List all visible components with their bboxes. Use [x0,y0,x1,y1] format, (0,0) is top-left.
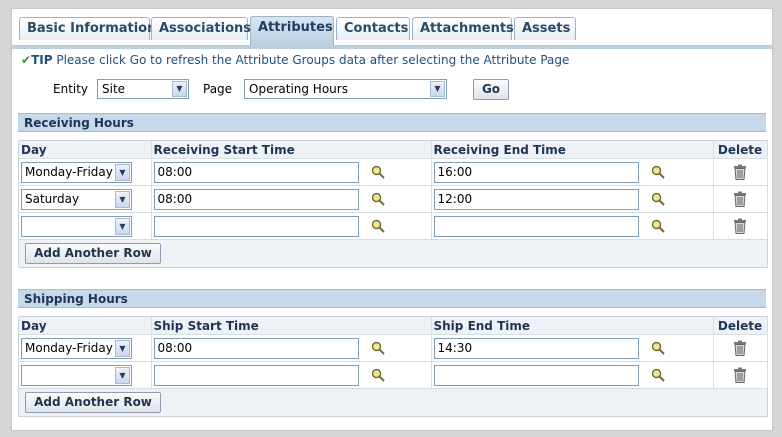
day-select-value: Monday-Friday [25,340,113,355]
table-row: ▼ [19,361,768,389]
magnifier-icon[interactable] [651,368,665,382]
entity-label: Entity [53,82,89,96]
page-select[interactable]: Operating Hours ▼ [244,79,447,99]
magnifier-icon[interactable] [651,165,665,179]
tab-underline [12,45,772,49]
column-delete: Delete [713,141,768,159]
table-row: Monday-Friday ▼ 08:00 16:00 [19,158,768,186]
chevron-down-icon: ▼ [115,163,130,181]
day-select[interactable]: Monday-Friday ▼ [21,161,132,183]
magnifier-icon[interactable] [651,192,665,206]
receiving-hours-table: Day Receiving Start Time Receiving End T… [18,140,768,268]
entity-select[interactable]: Site ▼ [97,79,189,99]
table-row: Monday-Friday ▼ 08:00 14:30 [19,334,768,362]
column-day: Day [19,141,152,159]
content-panel: Basic Information Associations Attribute… [11,8,773,431]
table-row: ▼ [19,212,768,240]
start-time-input[interactable]: 08:00 [153,188,359,210]
chevron-down-icon: ▼ [172,81,187,97]
tip-message: ✔TIP Please click Go to refresh the Attr… [21,53,569,67]
magnifier-icon[interactable] [371,368,385,382]
magnifier-icon[interactable] [371,165,385,179]
day-select-value: Saturday [25,191,80,206]
chevron-down-icon: ▼ [115,217,130,235]
tip-text: Please click Go to refresh the Attribute… [56,53,570,67]
tab-attributes[interactable]: Attributes [250,16,334,45]
column-start-time: Ship Start Time [151,317,432,335]
column-start-time: Receiving Start Time [151,141,432,159]
column-end-time: Receiving End Time [431,141,714,159]
end-time-input[interactable] [433,215,639,237]
tab-basic-information[interactable]: Basic Information [19,17,156,40]
magnifier-icon[interactable] [371,219,385,233]
shipping-hours-table: Day Ship Start Time Ship End Time Delete… [18,316,768,417]
start-time-input[interactable]: 08:00 [153,337,359,359]
check-icon: ✔ [21,53,32,67]
day-select[interactable]: Monday-Friday ▼ [21,337,132,359]
day-select[interactable]: ▼ [21,215,132,237]
day-select[interactable]: Saturday ▼ [21,188,132,210]
tab-assets[interactable]: Assets [514,17,576,40]
receiving-add-row-bar: Add Another Row [19,240,767,267]
add-another-row-button[interactable]: Add Another Row [25,243,161,264]
trash-icon[interactable] [733,218,747,234]
end-time-input[interactable]: 12:00 [433,188,639,210]
chevron-down-icon: ▼ [115,339,130,357]
day-select-value: Monday-Friday [25,164,113,179]
tab-contacts[interactable]: Contacts [336,17,410,40]
start-time-input[interactable] [153,215,359,237]
start-time-input[interactable] [153,364,359,386]
chevron-down-icon: ▼ [115,190,130,208]
table-row: Saturday ▼ 08:00 12:00 [19,185,768,213]
trash-icon[interactable] [733,164,747,180]
shipping-add-row-bar: Add Another Row [19,389,767,416]
trash-icon[interactable] [733,340,747,356]
tab-associations[interactable]: Associations [151,17,251,40]
trash-icon[interactable] [733,367,747,383]
column-day: Day [19,317,152,335]
go-button[interactable]: Go [473,79,509,100]
magnifier-icon[interactable] [371,341,385,355]
end-time-input[interactable]: 16:00 [433,161,639,183]
day-select[interactable]: ▼ [21,364,132,386]
entity-select-value: Site [102,82,126,96]
tab-attachments[interactable]: Attachments [412,17,514,40]
magnifier-icon[interactable] [371,192,385,206]
end-time-input[interactable] [433,364,639,386]
end-time-input[interactable]: 14:30 [433,337,639,359]
tab-bar: Basic Information Associations Attribute… [12,16,772,49]
magnifier-icon[interactable] [651,341,665,355]
magnifier-icon[interactable] [651,219,665,233]
add-another-row-button[interactable]: Add Another Row [25,392,161,413]
column-end-time: Ship End Time [431,317,714,335]
start-time-input[interactable]: 08:00 [153,161,359,183]
receiving-hours-header: Receiving Hours [18,113,766,132]
tip-label: TIP [31,53,53,67]
chevron-down-icon: ▼ [115,366,130,384]
column-delete: Delete [713,317,768,335]
page-label: Page [203,82,233,96]
shipping-hours-header: Shipping Hours [18,289,766,308]
trash-icon[interactable] [733,191,747,207]
page-select-value: Operating Hours [249,82,348,96]
chevron-down-icon: ▼ [430,81,445,97]
